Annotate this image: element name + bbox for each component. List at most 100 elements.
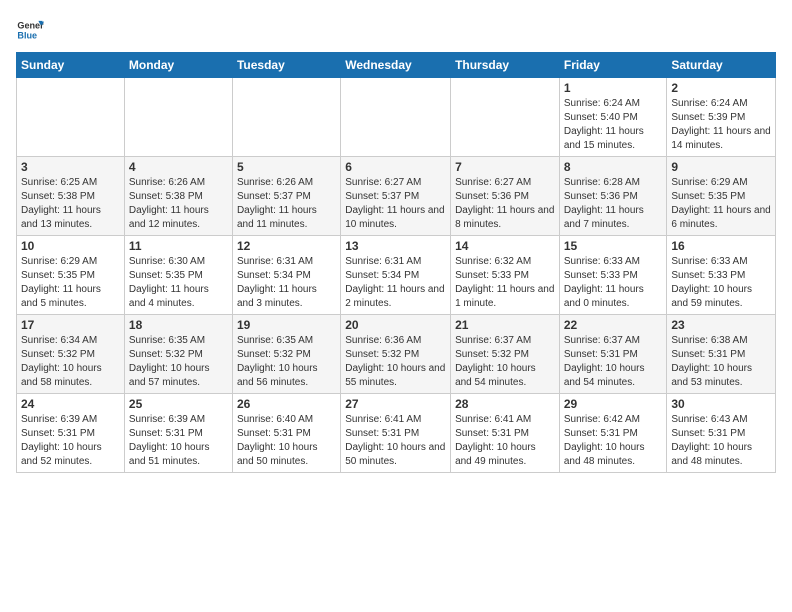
day-info: Sunrise: 6:41 AM Sunset: 5:31 PM Dayligh…	[455, 413, 555, 469]
day-number: 29	[564, 397, 663, 411]
day-number: 26	[237, 397, 336, 411]
day-info: Sunrise: 6:35 AM Sunset: 5:32 PM Dayligh…	[237, 334, 336, 390]
day-info: Sunrise: 6:28 AM Sunset: 5:36 PM Dayligh…	[564, 176, 663, 232]
day-cell	[232, 78, 340, 157]
day-info: Sunrise: 6:31 AM Sunset: 5:34 PM Dayligh…	[345, 255, 446, 311]
logo: General Blue	[16, 16, 48, 44]
day-cell: 29 Sunrise: 6:42 AM Sunset: 5:31 PM Dayli…	[559, 394, 667, 473]
col-header-thursday: Thursday	[451, 53, 560, 78]
day-info: Sunrise: 6:30 AM Sunset: 5:35 PM Dayligh…	[129, 255, 228, 311]
day-cell: 8 Sunrise: 6:28 AM Sunset: 5:36 PM Daylig…	[559, 157, 667, 236]
day-cell: 30 Sunrise: 6:43 AM Sunset: 5:31 PM Dayli…	[667, 394, 776, 473]
day-info: Sunrise: 6:39 AM Sunset: 5:31 PM Dayligh…	[21, 413, 120, 469]
day-number: 1	[564, 81, 663, 95]
day-info: Sunrise: 6:33 AM Sunset: 5:33 PM Dayligh…	[564, 255, 663, 311]
day-cell: 1 Sunrise: 6:24 AM Sunset: 5:40 PM Daylig…	[559, 78, 667, 157]
logo-icon: General Blue	[16, 16, 44, 44]
day-cell: 14 Sunrise: 6:32 AM Sunset: 5:33 PM Dayli…	[451, 236, 560, 315]
day-cell: 11 Sunrise: 6:30 AM Sunset: 5:35 PM Dayli…	[124, 236, 232, 315]
day-cell: 17 Sunrise: 6:34 AM Sunset: 5:32 PM Dayli…	[17, 315, 125, 394]
day-number: 18	[129, 318, 228, 332]
day-info: Sunrise: 6:37 AM Sunset: 5:31 PM Dayligh…	[564, 334, 663, 390]
day-number: 27	[345, 397, 446, 411]
day-number: 16	[671, 239, 771, 253]
day-cell: 26 Sunrise: 6:40 AM Sunset: 5:31 PM Dayli…	[232, 394, 340, 473]
week-row-4: 17 Sunrise: 6:34 AM Sunset: 5:32 PM Dayli…	[17, 315, 776, 394]
day-number: 10	[21, 239, 120, 253]
day-cell: 6Sunrise: 6:27 AM Sunset: 5:37 PM Daylig…	[341, 157, 451, 236]
day-number: 13	[345, 239, 446, 253]
day-number: 14	[455, 239, 555, 253]
col-header-tuesday: Tuesday	[232, 53, 340, 78]
day-cell: 4Sunrise: 6:26 AM Sunset: 5:38 PM Daylig…	[124, 157, 232, 236]
col-header-friday: Friday	[559, 53, 667, 78]
day-info: Sunrise: 6:36 AM Sunset: 5:32 PM Dayligh…	[345, 334, 446, 390]
day-info: Sunrise: 6:39 AM Sunset: 5:31 PM Dayligh…	[129, 413, 228, 469]
day-cell	[124, 78, 232, 157]
day-cell: 23 Sunrise: 6:38 AM Sunset: 5:31 PM Dayli…	[667, 315, 776, 394]
day-number: 15	[564, 239, 663, 253]
day-cell	[451, 78, 560, 157]
day-number: 8	[564, 160, 663, 174]
day-number: 6	[345, 160, 446, 174]
col-header-sunday: Sunday	[17, 53, 125, 78]
col-header-monday: Monday	[124, 53, 232, 78]
week-row-5: 24 Sunrise: 6:39 AM Sunset: 5:31 PM Dayli…	[17, 394, 776, 473]
col-header-saturday: Saturday	[667, 53, 776, 78]
day-info: Sunrise: 6:29 AM Sunset: 5:35 PM Dayligh…	[21, 255, 120, 311]
day-info: Sunrise: 6:37 AM Sunset: 5:32 PM Dayligh…	[455, 334, 555, 390]
day-number: 5	[237, 160, 336, 174]
day-number: 23	[671, 318, 771, 332]
day-cell	[17, 78, 125, 157]
day-cell: 22Sunrise: 6:37 AM Sunset: 5:31 PM Dayli…	[559, 315, 667, 394]
day-cell: 28Sunrise: 6:41 AM Sunset: 5:31 PM Dayli…	[451, 394, 560, 473]
header-row: SundayMondayTuesdayWednesdayThursdayFrid…	[17, 53, 776, 78]
svg-text:Blue: Blue	[17, 30, 37, 40]
day-cell: 25 Sunrise: 6:39 AM Sunset: 5:31 PM Dayli…	[124, 394, 232, 473]
day-info: Sunrise: 6:40 AM Sunset: 5:31 PM Dayligh…	[237, 413, 336, 469]
day-info: Sunrise: 6:33 AM Sunset: 5:33 PM Dayligh…	[671, 255, 771, 311]
day-info: Sunrise: 6:24 AM Sunset: 5:39 PM Dayligh…	[671, 97, 771, 153]
page-header: General Blue	[16, 16, 776, 44]
day-cell: 2 Sunrise: 6:24 AM Sunset: 5:39 PM Daylig…	[667, 78, 776, 157]
col-header-wednesday: Wednesday	[341, 53, 451, 78]
day-info: Sunrise: 6:24 AM Sunset: 5:40 PM Dayligh…	[564, 97, 663, 153]
day-number: 11	[129, 239, 228, 253]
day-number: 2	[671, 81, 771, 95]
day-cell: 5 Sunrise: 6:26 AM Sunset: 5:37 PM Daylig…	[232, 157, 340, 236]
day-info: Sunrise: 6:26 AM Sunset: 5:37 PM Dayligh…	[237, 176, 336, 232]
week-row-3: 10 Sunrise: 6:29 AM Sunset: 5:35 PM Dayli…	[17, 236, 776, 315]
day-cell: 13 Sunrise: 6:31 AM Sunset: 5:34 PM Dayli…	[341, 236, 451, 315]
day-cell: 21 Sunrise: 6:37 AM Sunset: 5:32 PM Dayli…	[451, 315, 560, 394]
day-info: Sunrise: 6:29 AM Sunset: 5:35 PM Dayligh…	[671, 176, 771, 232]
day-cell: 3Sunrise: 6:25 AM Sunset: 5:38 PM Daylig…	[17, 157, 125, 236]
day-cell: 15 Sunrise: 6:33 AM Sunset: 5:33 PM Dayli…	[559, 236, 667, 315]
day-number: 30	[671, 397, 771, 411]
day-cell: 7 Sunrise: 6:27 AM Sunset: 5:36 PM Daylig…	[451, 157, 560, 236]
day-cell: 20Sunrise: 6:36 AM Sunset: 5:32 PM Dayli…	[341, 315, 451, 394]
day-number: 17	[21, 318, 120, 332]
day-number: 25	[129, 397, 228, 411]
day-cell: 16 Sunrise: 6:33 AM Sunset: 5:33 PM Dayli…	[667, 236, 776, 315]
day-number: 21	[455, 318, 555, 332]
day-info: Sunrise: 6:25 AM Sunset: 5:38 PM Dayligh…	[21, 176, 120, 232]
day-number: 24	[21, 397, 120, 411]
day-info: Sunrise: 6:32 AM Sunset: 5:33 PM Dayligh…	[455, 255, 555, 311]
day-info: Sunrise: 6:34 AM Sunset: 5:32 PM Dayligh…	[21, 334, 120, 390]
day-number: 7	[455, 160, 555, 174]
day-cell: 27Sunrise: 6:41 AM Sunset: 5:31 PM Dayli…	[341, 394, 451, 473]
day-number: 19	[237, 318, 336, 332]
day-cell	[341, 78, 451, 157]
day-number: 9	[671, 160, 771, 174]
day-info: Sunrise: 6:38 AM Sunset: 5:31 PM Dayligh…	[671, 334, 771, 390]
day-info: Sunrise: 6:26 AM Sunset: 5:38 PM Dayligh…	[129, 176, 228, 232]
day-info: Sunrise: 6:43 AM Sunset: 5:31 PM Dayligh…	[671, 413, 771, 469]
day-cell: 24 Sunrise: 6:39 AM Sunset: 5:31 PM Dayli…	[17, 394, 125, 473]
day-cell: 10 Sunrise: 6:29 AM Sunset: 5:35 PM Dayli…	[17, 236, 125, 315]
day-info: Sunrise: 6:35 AM Sunset: 5:32 PM Dayligh…	[129, 334, 228, 390]
day-cell: 19 Sunrise: 6:35 AM Sunset: 5:32 PM Dayli…	[232, 315, 340, 394]
day-info: Sunrise: 6:27 AM Sunset: 5:36 PM Dayligh…	[455, 176, 555, 232]
day-info: Sunrise: 6:31 AM Sunset: 5:34 PM Dayligh…	[237, 255, 336, 311]
day-cell: 9 Sunrise: 6:29 AM Sunset: 5:35 PM Daylig…	[667, 157, 776, 236]
day-info: Sunrise: 6:42 AM Sunset: 5:31 PM Dayligh…	[564, 413, 663, 469]
